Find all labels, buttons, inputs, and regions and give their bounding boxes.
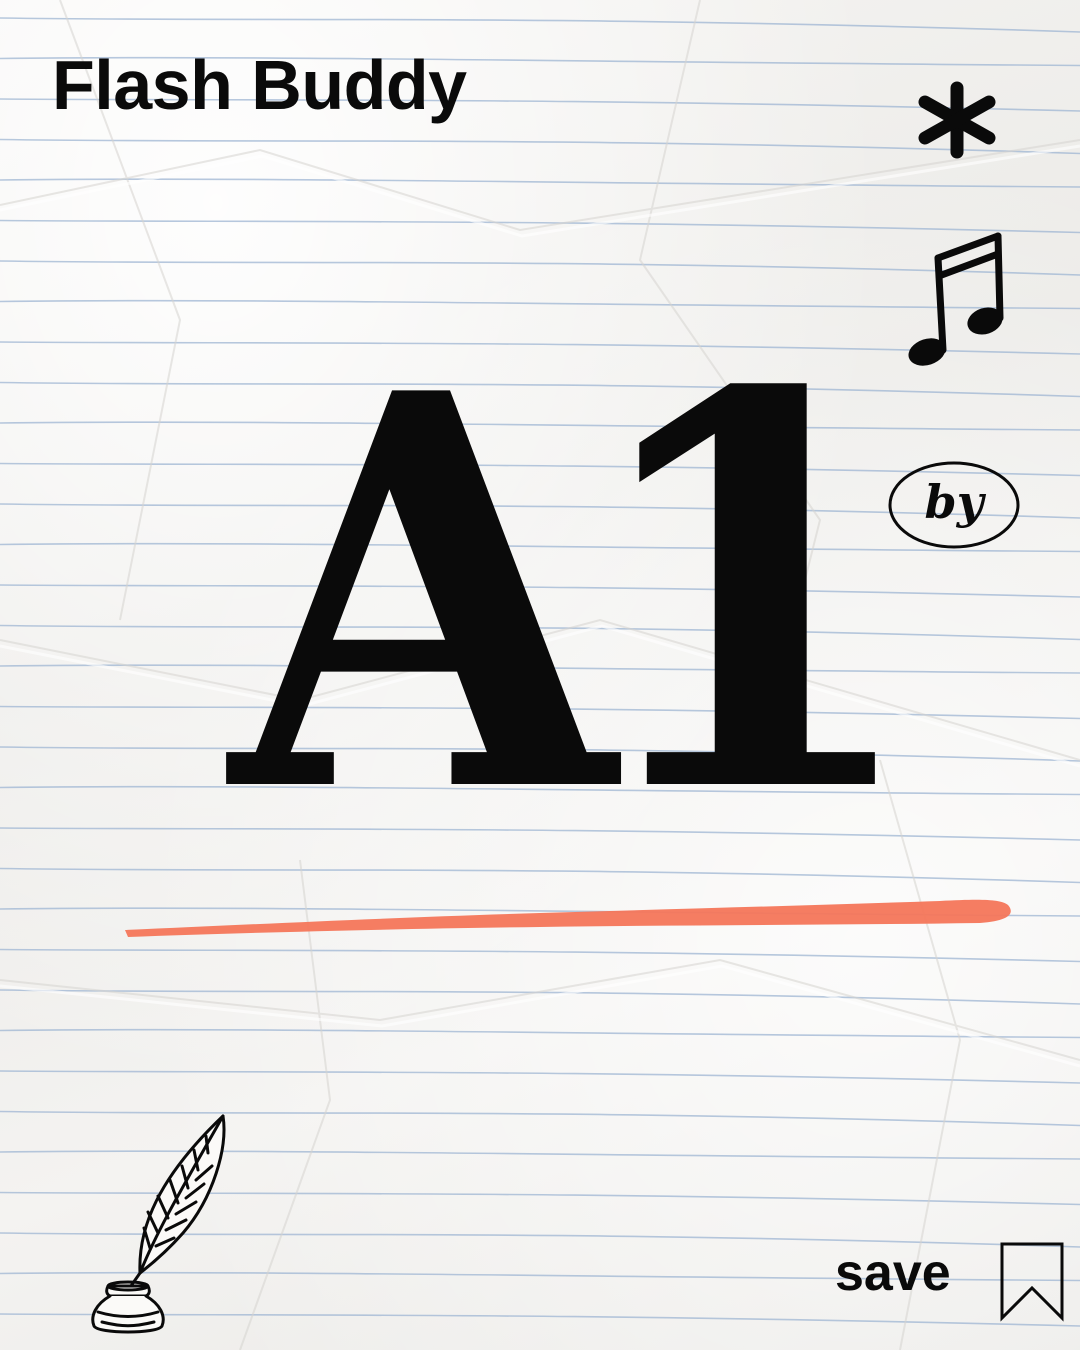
save-button[interactable]: save	[835, 1247, 951, 1299]
flashcard-headline: A1	[230, 278, 924, 912]
ruled-line	[0, 948, 1080, 963]
by-badge-label: by	[924, 475, 984, 529]
ruled-line	[0, 178, 1080, 188]
highlighter-underline	[125, 899, 1011, 937]
brand-title: Flash Buddy	[52, 46, 467, 124]
ruled-line	[0, 1070, 1080, 1084]
ruled-line	[0, 17, 1080, 33]
bookmark-icon[interactable]	[998, 1240, 1066, 1322]
music-note-icon	[908, 232, 1004, 366]
ruled-line	[0, 1028, 1080, 1039]
ruled-line	[0, 989, 1080, 1005]
quill-inkwell-icon	[91, 1114, 226, 1334]
by-badge-icon: by	[886, 456, 1022, 554]
asterisk-icon	[918, 81, 996, 159]
flashcard-page: Flash Buddy A1 by save	[0, 0, 1080, 1350]
